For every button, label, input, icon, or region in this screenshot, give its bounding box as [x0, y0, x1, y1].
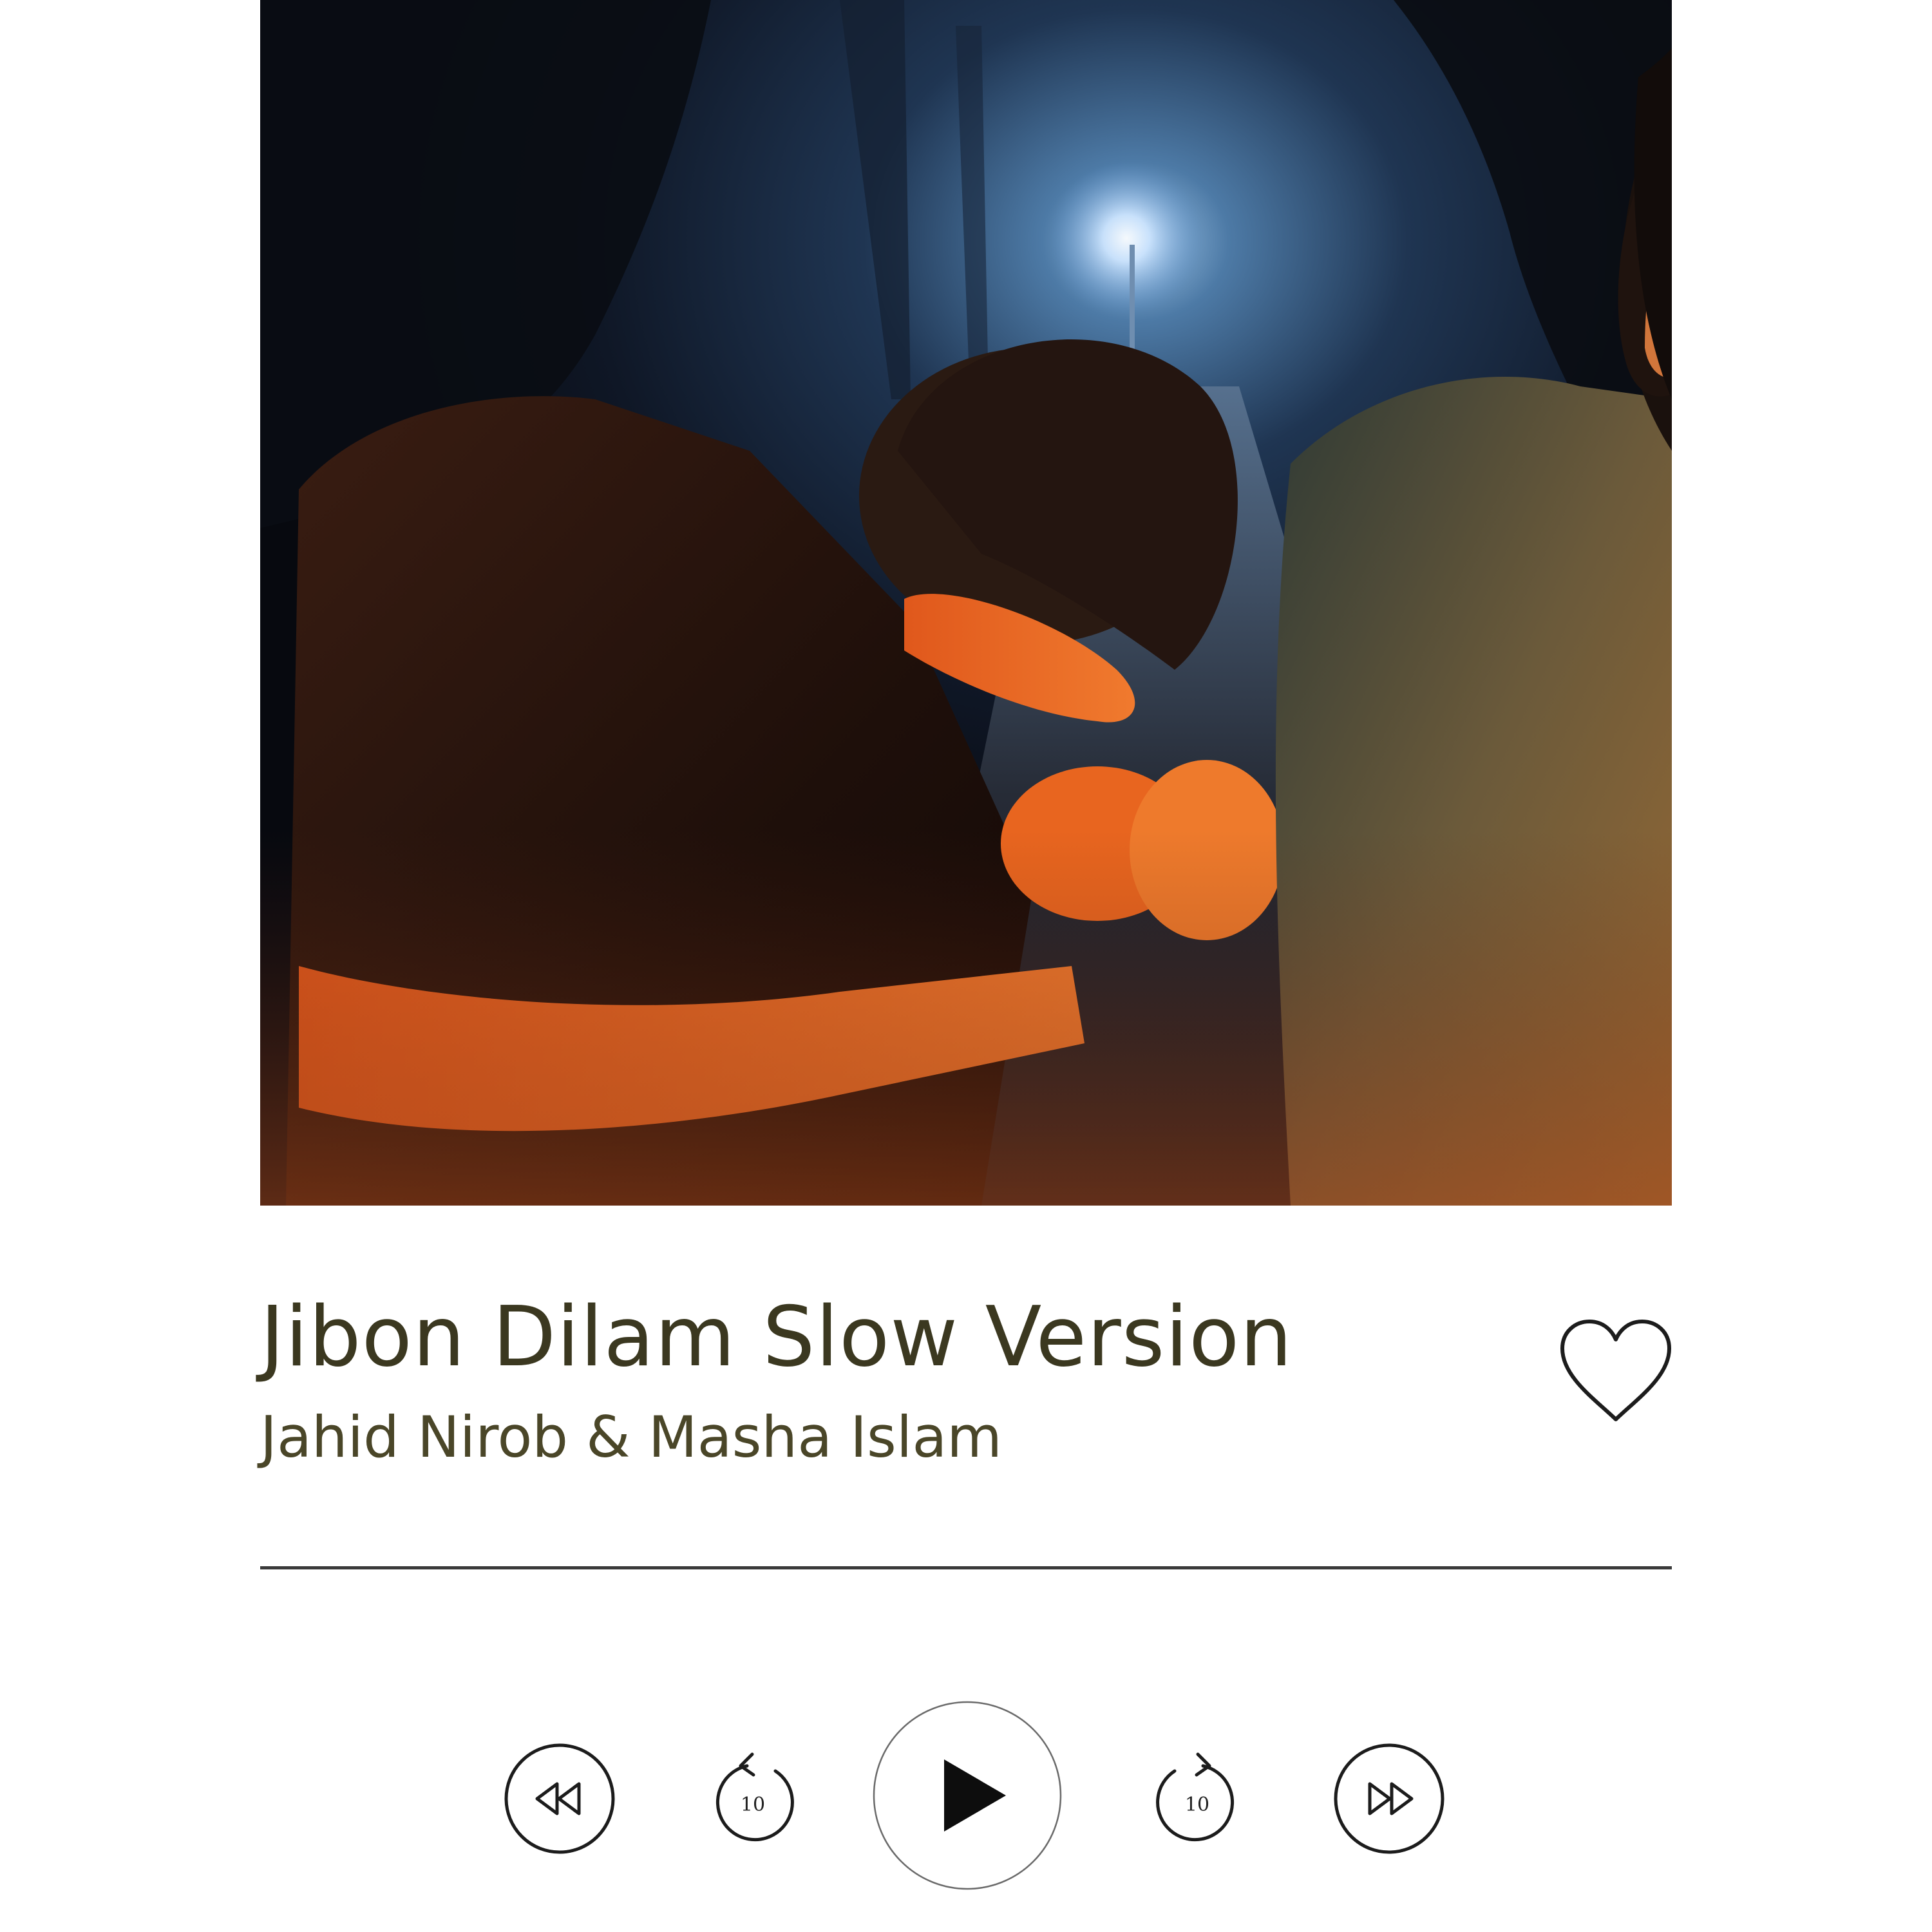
heart-icon [1560, 1320, 1671, 1421]
like-button[interactable] [1557, 1318, 1674, 1426]
replay-10-button[interactable]: 10 [712, 1743, 796, 1842]
forward-10-button[interactable]: 10 [1154, 1743, 1238, 1842]
play-button[interactable] [872, 1700, 1063, 1891]
music-player-card: Jibon Dilam Slow Version Jahid Nirob & M… [0, 0, 1932, 1932]
rewind-button[interactable] [504, 1743, 616, 1855]
replay-10-label: 10 [741, 1794, 765, 1816]
album-cover-image [260, 0, 1672, 1206]
track-artist: Jahid Nirob & Masha Islam [260, 1404, 1002, 1470]
track-title: Jibon Dilam Slow Version [260, 1289, 1293, 1385]
fast-forward-icon [1334, 1743, 1444, 1854]
fast-forward-button[interactable] [1333, 1743, 1445, 1855]
play-icon [873, 1701, 1062, 1890]
forward-10-label: 10 [1185, 1794, 1209, 1816]
progress-bar[interactable] [260, 1566, 1672, 1569]
rewind-icon [504, 1743, 615, 1854]
replay-10-icon: 10 [715, 1752, 794, 1842]
forward-10-icon: 10 [1156, 1752, 1235, 1842]
progress-fill [260, 1566, 1672, 1569]
